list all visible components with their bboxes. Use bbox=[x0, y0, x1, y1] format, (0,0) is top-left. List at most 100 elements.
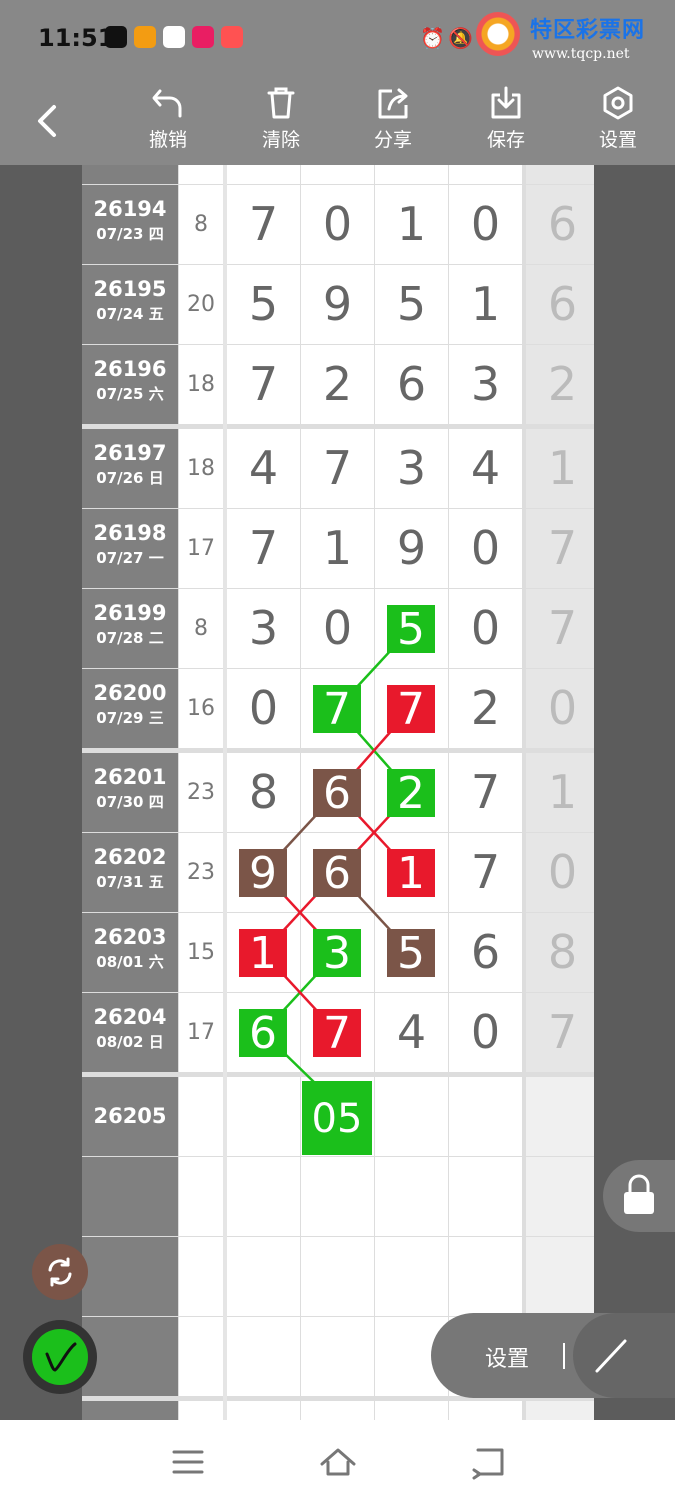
watermark-title: 特区彩票网 bbox=[530, 18, 646, 43]
line-tool-button[interactable] bbox=[573, 1313, 675, 1398]
trend-board[interactable]: 26194 07/23 四 8 7 0 1 0 6 26195 07/24 五 20 5 9 5 1 6 261… bbox=[82, 165, 594, 1420]
digit-cell[interactable]: 0 bbox=[449, 589, 522, 668]
music-app-icon bbox=[192, 26, 214, 48]
sum-cell: 23 bbox=[179, 833, 223, 912]
digit-cell[interactable] bbox=[301, 1157, 374, 1236]
digit-cell[interactable] bbox=[375, 1237, 448, 1316]
home-icon[interactable] bbox=[318, 1442, 358, 1482]
digit-cell[interactable]: 7 bbox=[227, 185, 300, 264]
extra-digit-cell[interactable]: 0 bbox=[526, 833, 594, 912]
digit-cell[interactable] bbox=[449, 1077, 522, 1156]
sum-cell: 18 bbox=[179, 345, 223, 424]
digit-cell[interactable]: 1 bbox=[449, 265, 522, 344]
digit-cell[interactable]: 5 bbox=[375, 265, 448, 344]
lock-button[interactable] bbox=[603, 1160, 675, 1232]
digit-cell[interactable]: 0 bbox=[449, 185, 522, 264]
sum-cell: 15 bbox=[179, 913, 223, 992]
digit-cell[interactable]: 4 bbox=[375, 993, 448, 1072]
period-number: 26203 bbox=[93, 925, 167, 949]
digit-cell[interactable] bbox=[301, 1237, 374, 1316]
digit-cell[interactable] bbox=[526, 1157, 594, 1236]
extra-digit-cell[interactable]: 7 bbox=[526, 589, 594, 668]
digit-cell[interactable] bbox=[227, 1401, 300, 1420]
period-cell: 26194 07/23 四 bbox=[82, 185, 178, 264]
extra-digit-cell[interactable]: 7 bbox=[526, 509, 594, 588]
digit-cell[interactable] bbox=[526, 1237, 594, 1316]
digit-cell[interactable]: 0 bbox=[449, 509, 522, 588]
digit-cell[interactable]: 5 bbox=[227, 265, 300, 344]
digit-cell[interactable]: 0 bbox=[449, 993, 522, 1072]
line-tool-icon bbox=[595, 1339, 627, 1373]
menu-icon[interactable] bbox=[168, 1442, 208, 1482]
extra-digit-cell[interactable]: 8 bbox=[526, 913, 594, 992]
digit-cell[interactable] bbox=[227, 1237, 300, 1316]
share-button[interactable]: 分享 bbox=[358, 85, 428, 163]
extra-digit-cell[interactable]: 7 bbox=[526, 993, 594, 1072]
digit-cell[interactable]: 6 bbox=[449, 913, 522, 992]
highlight-red: 7 bbox=[387, 684, 435, 734]
digit-cell[interactable]: 1 bbox=[375, 185, 448, 264]
extra-digit-cell[interactable]: 1 bbox=[526, 753, 594, 832]
save-button[interactable]: 保存 bbox=[471, 85, 541, 163]
digit-cell[interactable] bbox=[526, 1077, 594, 1156]
extra-digit-cell[interactable]: 0 bbox=[526, 669, 594, 748]
period-number: 26194 bbox=[93, 197, 167, 221]
digit-cell[interactable]: 2 bbox=[301, 345, 374, 424]
digit-cell[interactable]: 9 bbox=[301, 265, 374, 344]
digit-cell[interactable]: 8 bbox=[227, 753, 300, 832]
extra-digit-cell[interactable]: 6 bbox=[526, 265, 594, 344]
period-date: 07/24 五 bbox=[96, 305, 164, 323]
digit-cell[interactable] bbox=[375, 1157, 448, 1236]
digit-cell[interactable]: 6 bbox=[375, 345, 448, 424]
digit-cell[interactable] bbox=[227, 1077, 300, 1156]
digit-cell[interactable] bbox=[375, 1077, 448, 1156]
digit-cell[interactable]: 1 bbox=[301, 509, 374, 588]
digit-cell[interactable]: 4 bbox=[449, 429, 522, 508]
extra-digit-cell[interactable]: 2 bbox=[526, 345, 594, 424]
digit-cell[interactable]: 7 bbox=[227, 509, 300, 588]
digit-cell[interactable]: 2 bbox=[449, 669, 522, 748]
digit-cell[interactable] bbox=[526, 1401, 594, 1420]
digit-cell[interactable]: 3 bbox=[227, 589, 300, 668]
extra-digit-cell[interactable]: 1 bbox=[526, 429, 594, 508]
sum-cell bbox=[179, 1317, 223, 1396]
refresh-button[interactable] bbox=[32, 1244, 88, 1300]
sum-cell: 16 bbox=[179, 669, 223, 748]
digit-cell[interactable]: 0 bbox=[301, 185, 374, 264]
digit-cell[interactable]: 7 bbox=[301, 429, 374, 508]
digit-cell[interactable] bbox=[227, 1157, 300, 1236]
settings-button[interactable]: 设置 bbox=[583, 85, 653, 163]
back-button[interactable] bbox=[30, 101, 70, 141]
digit-cell[interactable]: 7 bbox=[449, 833, 522, 912]
digit-cell[interactable]: 0 bbox=[227, 669, 300, 748]
table-row: 26194 07/23 四870106 bbox=[82, 185, 594, 264]
extra-digit-cell[interactable]: 6 bbox=[526, 185, 594, 264]
undo-button[interactable]: 撤销 bbox=[133, 85, 203, 163]
pen-stroke-icon bbox=[45, 1342, 77, 1372]
digit-cell[interactable]: 3 bbox=[449, 345, 522, 424]
prediction-box: 05 bbox=[302, 1081, 372, 1155]
digit-cell[interactable] bbox=[449, 1157, 522, 1236]
digit-cell[interactable]: 0 bbox=[301, 589, 374, 668]
table-row: 2619907/28 二830507 bbox=[82, 589, 594, 668]
digit-cell[interactable] bbox=[449, 1237, 522, 1316]
clear-button[interactable]: 清除 bbox=[246, 85, 316, 163]
digit-cell[interactable] bbox=[227, 1317, 300, 1396]
pen-color-button[interactable] bbox=[23, 1320, 97, 1394]
digit-cell[interactable]: 7 bbox=[227, 345, 300, 424]
settings-pill[interactable]: 设置 bbox=[431, 1313, 675, 1398]
highlight-brown: 6 bbox=[313, 848, 361, 898]
period-date: 07/26 日 bbox=[96, 469, 164, 487]
pill-settings-label[interactable]: 设置 bbox=[485, 1341, 529, 1373]
sum-cell: 18 bbox=[179, 429, 223, 508]
digit-cell[interactable] bbox=[301, 1317, 374, 1396]
digit-cell[interactable] bbox=[301, 1401, 374, 1420]
digit-cell[interactable]: 7 bbox=[449, 753, 522, 832]
digit-cell[interactable]: 4 bbox=[227, 429, 300, 508]
highlight-red: 1 bbox=[239, 928, 287, 978]
back-nav-icon[interactable] bbox=[468, 1442, 508, 1482]
digit-cell[interactable]: 3 bbox=[375, 429, 448, 508]
digit-cell[interactable] bbox=[375, 1401, 448, 1420]
digit-cell[interactable] bbox=[449, 1401, 522, 1420]
digit-cell[interactable]: 9 bbox=[375, 509, 448, 588]
